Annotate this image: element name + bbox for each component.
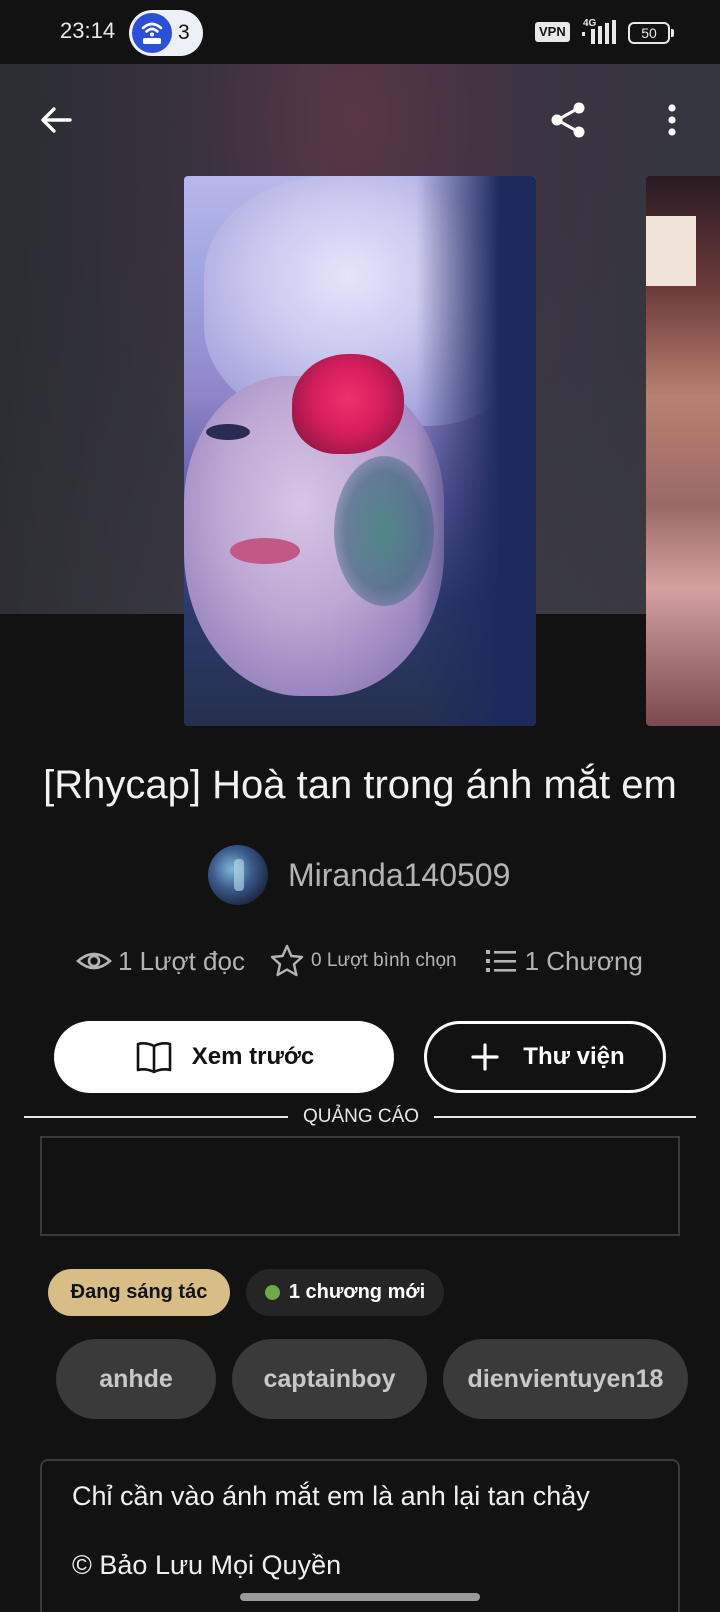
copyright-text: © Bảo Lưu Mọi Quyền bbox=[72, 1550, 342, 1580]
writing-status-badge: Đang sáng tác bbox=[48, 1269, 230, 1316]
author-avatar[interactable] bbox=[208, 845, 268, 905]
description-text: Chỉ cần vào ánh mắt em là anh lại tan ch… bbox=[72, 1481, 590, 1511]
back-button[interactable] bbox=[28, 92, 84, 148]
description-box: Chỉ cần vào ánh mắt em là anh lại tan ch… bbox=[40, 1459, 680, 1612]
votes-count: 0 Lượt bình chọn bbox=[310, 950, 457, 971]
list-icon bbox=[485, 950, 516, 972]
add-to-library-button[interactable]: Thư viện bbox=[424, 1021, 666, 1093]
tag-chip[interactable]: anhde bbox=[56, 1339, 216, 1419]
author-name[interactable]: Miranda140509 bbox=[288, 857, 510, 894]
author-row[interactable]: Miranda140509 bbox=[208, 844, 510, 906]
book-open-icon bbox=[136, 1042, 172, 1074]
home-indicator[interactable] bbox=[240, 1593, 480, 1601]
share-icon bbox=[551, 102, 585, 138]
new-indicator-dot bbox=[264, 1285, 280, 1300]
chapters-count: 1 Chương bbox=[524, 945, 643, 976]
chapters-stat: 1 Chương bbox=[483, 943, 643, 979]
tag-chip[interactable]: dienvientuyen18 bbox=[443, 1339, 688, 1419]
status-time: 23:14 bbox=[60, 18, 116, 43]
wifi-hotspot-icon bbox=[132, 13, 172, 53]
battery-icon: 50 bbox=[628, 22, 674, 44]
star-icon bbox=[270, 944, 304, 977]
ad-container[interactable] bbox=[40, 1136, 680, 1236]
more-options-button[interactable] bbox=[644, 92, 700, 148]
status-bar: 23:14 3 VPN 4G 50 bbox=[0, 0, 720, 64]
votes-stat: 0 Lượt bình chọn bbox=[269, 943, 457, 979]
book-title: [Rhycap] Hoà tan trong ánh mắt em bbox=[43, 763, 677, 807]
signal-strength-icon bbox=[582, 20, 616, 44]
preview-label: Xem trước bbox=[191, 1043, 315, 1070]
battery-level: 50 bbox=[641, 25, 657, 41]
tag-chip[interactable]: captainboy bbox=[232, 1339, 427, 1419]
plus-icon bbox=[471, 1043, 499, 1071]
reads-count: 1 Lượt đọc bbox=[118, 945, 245, 976]
library-label: Thư viện bbox=[523, 1043, 625, 1070]
next-cover-image[interactable] bbox=[646, 176, 720, 726]
ad-divider-left bbox=[24, 1116, 288, 1118]
notification-pill[interactable]: 3 bbox=[129, 10, 203, 56]
notification-count: 3 bbox=[178, 21, 190, 44]
story-stats: 1 Lượt đọc 0 Lượt bình chọn 1 Chương bbox=[76, 941, 643, 981]
new-chapter-label: 1 chương mới bbox=[288, 1281, 426, 1303]
preview-button[interactable]: Xem trước bbox=[54, 1021, 394, 1093]
new-chapter-badge: 1 chương mới bbox=[246, 1269, 444, 1316]
ad-divider-right bbox=[434, 1116, 696, 1118]
share-button[interactable] bbox=[540, 92, 596, 148]
arrow-left-icon bbox=[41, 107, 72, 133]
reads-stat: 1 Lượt đọc bbox=[76, 943, 245, 979]
ad-label: QUẢNG CÁO bbox=[302, 1106, 420, 1127]
more-vertical-icon bbox=[668, 104, 676, 136]
vpn-badge: VPN bbox=[535, 22, 570, 42]
book-cover-image[interactable] bbox=[184, 176, 536, 726]
eye-icon bbox=[76, 952, 112, 970]
